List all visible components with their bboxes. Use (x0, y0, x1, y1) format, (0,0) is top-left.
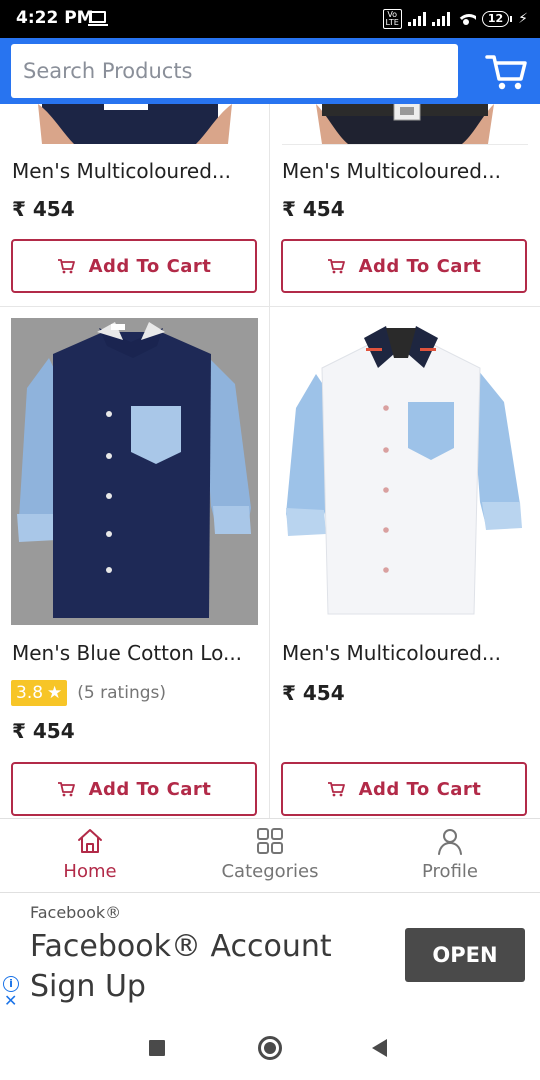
ratings-count: (5 ratings) (77, 683, 166, 703)
product-image[interactable] (282, 104, 528, 144)
add-to-cart-label: Add To Cart (88, 778, 212, 800)
nav-item-profile[interactable]: Profile (360, 819, 540, 893)
add-to-cart-button[interactable]: Add To Cart (11, 762, 257, 816)
wifi-icon (455, 12, 476, 26)
ad-headline[interactable]: Facebook® Account Sign Up (30, 927, 386, 1007)
status-icons: Vo LTE 12 ⚡ (382, 8, 528, 30)
recents-icon[interactable] (149, 1040, 165, 1056)
nav-label-categories: Categories (221, 861, 319, 882)
categories-icon (257, 828, 283, 854)
ad-open-button[interactable]: OPEN (405, 928, 525, 982)
product-card[interactable]: Men's Multicoloured... ₹ 454 Add To Cart (0, 104, 269, 306)
product-image[interactable] (12, 104, 258, 144)
info-icon[interactable]: i (3, 976, 19, 992)
nav-label-profile: Profile (422, 861, 478, 882)
add-to-cart-label: Add To Cart (358, 255, 482, 277)
cart-icon (57, 259, 75, 274)
charging-icon: ⚡ (518, 11, 528, 27)
battery-icon: 12 (481, 11, 513, 27)
cast-icon (88, 11, 108, 26)
volte-icon: Vo LTE (382, 9, 402, 29)
product-image[interactable] (282, 318, 528, 625)
home-button-icon[interactable] (258, 1036, 282, 1060)
signal-icon-2 (431, 12, 450, 26)
status-bar: 4:22 PM Vo LTE 12 ⚡ (0, 0, 540, 38)
image-border (282, 144, 528, 145)
product-title[interactable]: Men's Multicoloured... (12, 159, 262, 183)
ad-source: Facebook® (30, 903, 122, 922)
back-icon[interactable] (372, 1039, 387, 1057)
nav-item-categories[interactable]: Categories (180, 819, 360, 893)
cart-icon (57, 782, 75, 797)
product-price: ₹ 454 (282, 681, 345, 705)
battery-tip (510, 16, 513, 22)
battery-level: 12 (481, 11, 510, 27)
product-price: ₹ 454 (282, 197, 345, 221)
product-title[interactable]: Men's Multicoloured... (282, 641, 532, 665)
product-card[interactable]: Men's Multicoloured... ₹ 454 Add To Cart (270, 104, 540, 306)
search-box[interactable] (11, 44, 458, 98)
product-title[interactable]: Men's Blue Cotton Lo... (12, 641, 262, 665)
add-to-cart-button[interactable]: Add To Cart (281, 762, 527, 816)
add-to-cart-button[interactable]: Add To Cart (281, 239, 527, 293)
home-icon (78, 829, 102, 853)
signal-icon (407, 12, 426, 26)
cart-icon[interactable] (484, 52, 528, 92)
ad-banner[interactable]: Facebook® Facebook® Account Sign Up OPEN… (0, 892, 540, 1016)
app-header (0, 38, 540, 104)
nav-item-home[interactable]: Home (0, 819, 180, 893)
rating-badge: 3.8 ★ (11, 680, 68, 706)
system-nav-bar (0, 1016, 540, 1080)
star-icon: ★ (47, 683, 63, 703)
product-card[interactable]: Men's Blue Cotton Lo... 3.8 ★ (5 ratings… (0, 307, 269, 818)
add-to-cart-label: Add To Cart (88, 255, 212, 277)
product-image[interactable] (11, 318, 258, 625)
product-title[interactable]: Men's Multicoloured... (282, 159, 532, 183)
cart-icon (327, 259, 345, 274)
profile-icon (438, 829, 462, 855)
product-price: ₹ 454 (12, 719, 75, 743)
bottom-nav: Home Categories Profile (0, 818, 540, 892)
search-input[interactable] (11, 44, 458, 98)
product-grid: Men's Multicoloured... ₹ 454 Add To Cart (0, 104, 540, 818)
product-price: ₹ 454 (12, 197, 75, 221)
app-screen: 4:22 PM Vo LTE 12 ⚡ Search Products Men'… (0, 0, 540, 1080)
status-time: 4:22 PM (16, 8, 94, 28)
rating-row: 3.8 ★ (5 ratings) (11, 680, 166, 706)
cart-icon (327, 782, 345, 797)
rating-value: 3.8 (16, 683, 44, 703)
add-to-cart-button[interactable]: Add To Cart (11, 239, 257, 293)
add-to-cart-label: Add To Cart (358, 778, 482, 800)
close-icon[interactable]: ✕ (4, 993, 17, 1009)
product-card[interactable]: Men's Multicoloured... ₹ 454 Add To Cart (270, 307, 540, 818)
nav-label-home: Home (63, 861, 117, 882)
